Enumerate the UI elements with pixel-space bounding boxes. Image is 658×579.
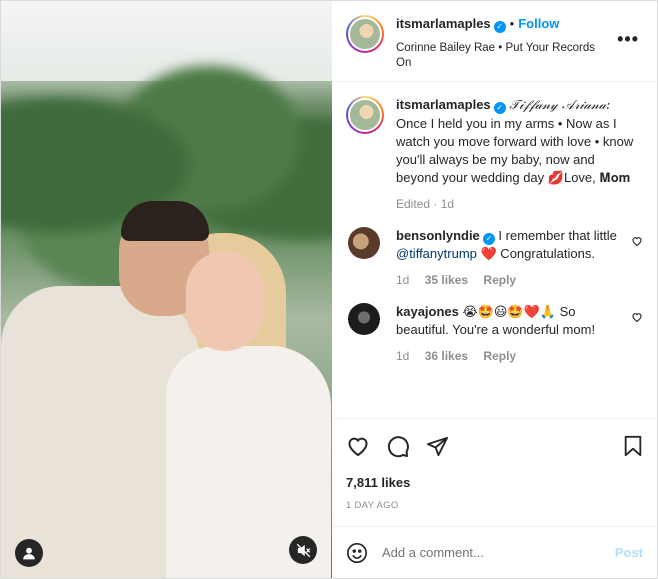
caption-meta: Edited · 1d bbox=[396, 197, 455, 211]
post-comment-button[interactable]: Post bbox=[615, 545, 643, 560]
caption: itsmarlamaples ✓ 𝒯𝒾𝒻𝒻𝒶𝓃𝓎 𝒜𝓇𝒾𝒶𝓃𝒶: Once I h… bbox=[346, 96, 643, 213]
comment: kayajones 😭🤩😃🤩❤️🙏 So beautiful. You're a… bbox=[346, 303, 643, 365]
post-date: 1 DAY AGO bbox=[346, 500, 399, 511]
author-avatar[interactable] bbox=[346, 15, 384, 53]
comment-username[interactable]: kayajones bbox=[396, 304, 459, 319]
comment-avatar[interactable] bbox=[348, 303, 380, 335]
mute-button[interactable] bbox=[289, 536, 317, 564]
audio-track-link[interactable]: Corinne Bailey Rae • Put Your Records On bbox=[396, 41, 606, 71]
photo-man-hair bbox=[121, 201, 209, 241]
tagged-users-button[interactable] bbox=[15, 539, 43, 567]
comment-time: 1d bbox=[396, 273, 410, 287]
mention-link[interactable]: @tiffanytrump bbox=[396, 246, 477, 261]
comment-time: 1d bbox=[396, 349, 410, 363]
reply-button[interactable]: Reply bbox=[483, 273, 516, 287]
like-comment-heart-icon[interactable] bbox=[631, 311, 643, 323]
like-button[interactable] bbox=[346, 434, 370, 458]
comment-likes[interactable]: 35 likes bbox=[425, 273, 468, 287]
post-actions: 7,811 likes 1 DAY AGO Post bbox=[332, 418, 657, 578]
photo-woman-face bbox=[186, 251, 264, 351]
comments-list: itsmarlamaples ✓ 𝒯𝒾𝒻𝒻𝒶𝓃𝓎 𝒜𝓇𝒾𝒶𝓃𝒶: Once I h… bbox=[332, 82, 657, 418]
verified-badge-icon: ✓ bbox=[493, 102, 506, 114]
comment-username[interactable]: bensonlyndie bbox=[396, 228, 480, 243]
verified-badge-icon: ✓ bbox=[493, 21, 506, 33]
add-comment-bar: Post bbox=[332, 526, 657, 578]
comment-avatar[interactable] bbox=[348, 227, 380, 259]
post-header: itsmarlamaples ✓ • Follow Corinne Bailey Ra… bbox=[332, 1, 657, 82]
post-modal: itsmarlamaples ✓ • Follow Corinne Bailey Ra… bbox=[0, 0, 658, 579]
comment-text-after: ❤️ Congratulations. bbox=[476, 246, 595, 261]
more-options-icon[interactable]: ••• bbox=[617, 29, 639, 50]
follow-button[interactable]: Follow bbox=[518, 16, 559, 31]
separator-dot: • bbox=[509, 16, 515, 31]
save-button[interactable] bbox=[623, 435, 643, 457]
likes-count[interactable]: 7,811 likes bbox=[346, 475, 643, 490]
post-video[interactable] bbox=[1, 1, 332, 578]
caption-mom: 𝐌𝐨𝐦 bbox=[599, 170, 631, 185]
paper-plane-icon bbox=[426, 436, 449, 456]
post-side-panel: itsmarlamaples ✓ • Follow Corinne Bailey Ra… bbox=[332, 1, 657, 578]
action-icons bbox=[346, 421, 643, 471]
caption-avatar[interactable] bbox=[346, 96, 384, 134]
emoji-icon[interactable] bbox=[346, 542, 368, 564]
caption-love: 💋Love, bbox=[547, 170, 600, 185]
reply-button[interactable]: Reply bbox=[483, 349, 516, 363]
comment: bensonlyndie ✓ I remember that little @ti… bbox=[346, 227, 643, 289]
comment-text: I remember that little bbox=[494, 228, 617, 243]
comment-meta: 1d 35 likes Reply bbox=[396, 271, 625, 289]
comment-likes[interactable]: 36 likes bbox=[425, 349, 468, 363]
comment-meta: 1d 36 likes Reply bbox=[396, 347, 625, 365]
author-username[interactable]: itsmarlamaples bbox=[396, 16, 491, 31]
comment-input[interactable] bbox=[382, 545, 615, 560]
like-comment-heart-icon[interactable] bbox=[631, 235, 643, 247]
user-icon bbox=[23, 547, 35, 560]
header-info: itsmarlamaples ✓ • Follow Corinne Bailey Ra… bbox=[396, 15, 606, 71]
verified-badge-icon: ✓ bbox=[482, 233, 495, 245]
caption-username[interactable]: itsmarlamaples bbox=[396, 97, 491, 112]
share-button[interactable] bbox=[426, 435, 449, 458]
comment-bubble-icon bbox=[387, 436, 409, 458]
caption-script-name: 𝒯𝒾𝒻𝒻𝒶𝓃𝓎 𝒜𝓇𝒾𝒶𝓃𝒶: bbox=[509, 98, 611, 113]
heart-icon bbox=[348, 437, 368, 457]
muted-speaker-icon bbox=[296, 543, 310, 557]
bookmark-icon bbox=[624, 435, 642, 457]
comment-button[interactable] bbox=[386, 434, 410, 458]
